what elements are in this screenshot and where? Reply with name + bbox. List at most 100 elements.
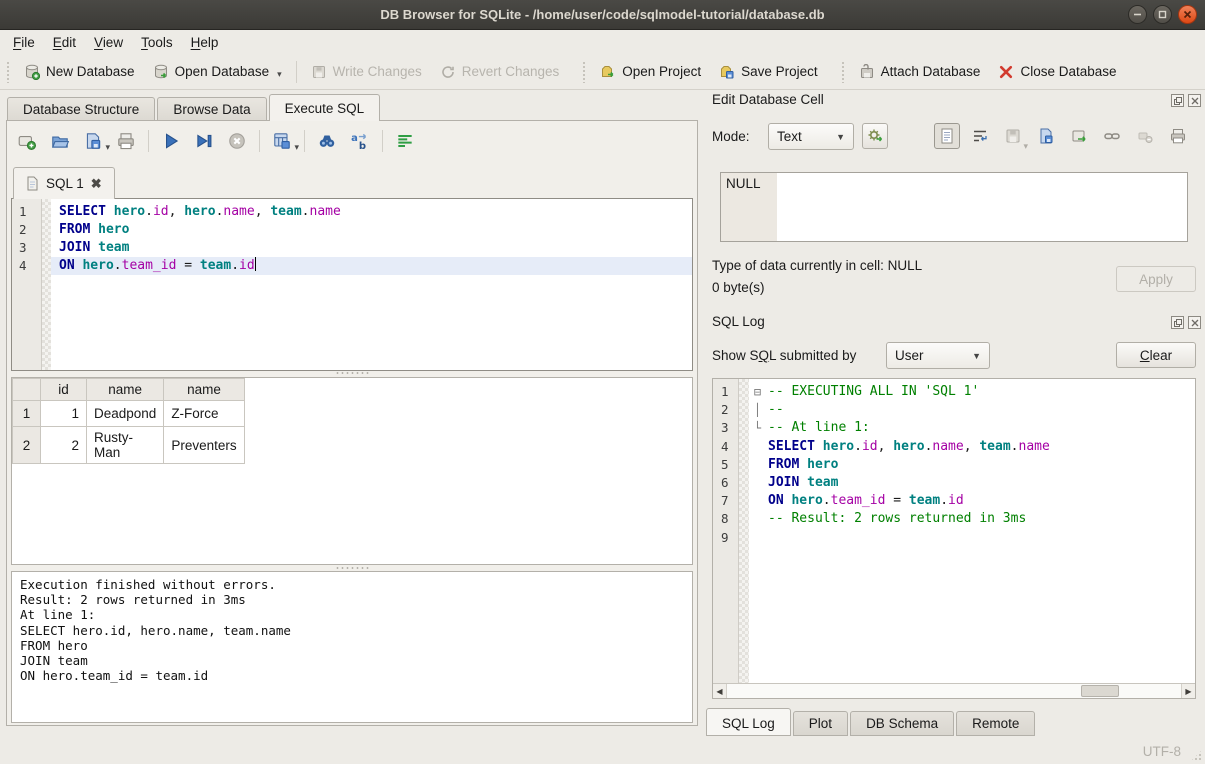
sql-log-float-icon[interactable] [1171,316,1184,329]
titlebar: DB Browser for SQLite - /home/user/code/… [0,0,1205,30]
menubar: File Edit View Tools Help [0,30,1205,54]
encoding-indicator[interactable]: UTF-8 [1143,744,1181,759]
save-sql-file-icon[interactable]: ▾ [83,131,103,151]
menu-tools[interactable]: Tools [132,32,182,53]
cell-size-text: 0 byte(s) [712,280,765,295]
toolbar-drag-handle[interactable] [6,61,11,83]
table-cell[interactable]: Rusty-Man [87,427,164,464]
cell-type-text: Type of data currently in cell: NULL [712,258,922,273]
close-database-button[interactable]: Close Database [989,59,1125,85]
link-icon[interactable] [1099,123,1125,149]
sql-log-close-icon[interactable] [1188,316,1201,329]
apply-button[interactable]: Apply [1116,266,1196,292]
cell-edit-area[interactable] [777,173,1187,241]
new-database-button[interactable]: New Database [15,59,144,85]
table-cell[interactable]: 1 [41,401,87,427]
write-changes-button[interactable]: Write Changes [302,59,431,85]
log-filter-combo[interactable]: User ▼ [886,342,990,369]
stop-icon[interactable] [227,131,247,151]
close-database-label: Close Database [1020,64,1116,79]
save-project-button[interactable]: Save Project [710,59,827,85]
scroll-right-icon[interactable]: ▶ [1181,684,1195,698]
toolbar-drag-handle[interactable] [582,61,587,83]
save-results-icon[interactable]: ▾ [272,131,292,151]
log-horizontal-scrollbar[interactable]: ◀ ▶ [713,683,1195,698]
column-header[interactable]: id [41,379,87,401]
revert-changes-icon [440,64,456,80]
row-header[interactable]: 1 [13,401,41,427]
log-filter-value: User [895,348,924,363]
format-sql-icon[interactable] [395,131,415,151]
window-title: DB Browser for SQLite - /home/user/code/… [380,7,824,22]
edit-cell-close-icon[interactable] [1188,94,1201,107]
window-controls [1128,5,1197,24]
edit-cell-float-icon[interactable] [1171,94,1184,107]
sql-editor[interactable]: 1234 SELECT hero.id, hero.name, team.nam… [11,198,693,371]
results-table[interactable]: idnamename11DeadpondZ-Force22Rusty-ManPr… [12,378,245,464]
open-database-dropdown-icon[interactable]: ▾ [277,69,282,80]
text-mode-icon[interactable] [934,123,960,149]
close-database-icon [998,64,1014,80]
auto-apply-button[interactable] [862,123,888,149]
column-header[interactable]: name [87,379,164,401]
sql-tab-close-icon[interactable]: ✖ [91,176,102,192]
editor-line-numbers: 1234 [12,199,42,370]
attach-database-button[interactable]: Attach Database [850,59,990,85]
word-wrap-icon[interactable] [967,123,993,149]
new-tab-icon[interactable] [17,131,37,151]
tab-remote[interactable]: Remote [956,711,1035,736]
print-icon[interactable] [116,131,136,151]
export-cell-icon[interactable] [1066,123,1092,149]
app-window: DB Browser for SQLite - /home/user/code/… [0,0,1205,764]
sql-document-tab[interactable]: SQL 1 ✖ [13,167,115,199]
set-null-icon[interactable] [1132,123,1158,149]
tab-sql-log[interactable]: SQL Log [706,708,791,736]
tab-browse-data[interactable]: Browse Data [157,97,266,121]
menu-help[interactable]: Help [182,32,228,53]
log-fold-margin[interactable]: ⊟│└ [749,379,766,683]
table-row[interactable]: 11DeadpondZ-Force [13,401,245,427]
close-button[interactable] [1178,5,1197,24]
mode-combo[interactable]: Text▼ [768,123,854,150]
print-cell-icon[interactable] [1165,123,1191,149]
sql-log-dock-title: SQL Log [712,314,765,329]
import-cell-icon[interactable] [1033,123,1059,149]
save-project-label: Save Project [741,64,818,79]
maximize-button[interactable] [1153,5,1172,24]
column-header[interactable]: name [164,379,244,401]
toolbar-drag-handle[interactable] [841,61,846,83]
row-header[interactable]: 2 [13,427,41,464]
save-cell-icon[interactable]: ▾ [1000,123,1026,149]
menu-edit[interactable]: Edit [44,32,85,53]
execute-all-icon[interactable] [161,131,181,151]
sql-log-code[interactable]: 123456789 ⊟│└ -- EXECUTING ALL IN 'SQL 1… [713,379,1195,683]
combo-arrow-icon: ▼ [972,351,981,361]
open-sql-file-icon[interactable] [50,131,70,151]
resize-grip-icon[interactable] [1190,749,1203,762]
scroll-thumb[interactable] [1081,685,1119,697]
find-icon[interactable] [317,131,337,151]
table-cell[interactable]: Z-Force [164,401,244,427]
table-cell[interactable]: Deadpond [87,401,164,427]
tab-database-structure[interactable]: Database Structure [7,97,155,121]
minimize-button[interactable] [1128,5,1147,24]
open-project-button[interactable]: Open Project [591,59,710,85]
scroll-track[interactable] [727,684,1181,698]
cell-value-editor[interactable]: NULL [720,172,1188,242]
scroll-left-icon[interactable]: ◀ [713,684,727,698]
table-row[interactable]: 22Rusty-ManPreventers [13,427,245,464]
menu-view[interactable]: View [85,32,132,53]
execute-current-line-icon[interactable] [194,131,214,151]
table-cell[interactable]: 2 [41,427,87,464]
menu-file[interactable]: File [4,32,44,53]
tab-db-schema[interactable]: DB Schema [850,711,954,736]
revert-changes-button[interactable]: Revert Changes [431,59,569,85]
tab-plot[interactable]: Plot [793,711,848,736]
table-cell[interactable]: Preventers [164,427,244,464]
editor-code[interactable]: SELECT hero.id, hero.name, team.nameFROM… [51,199,692,370]
find-replace-icon[interactable]: ab [350,131,370,151]
tab-execute-sql[interactable]: Execute SQL [269,94,381,121]
open-database-button[interactable]: Open Database ▾ [144,59,291,85]
clear-log-button[interactable]: Clear [1116,342,1196,368]
corner-header[interactable] [13,379,41,401]
